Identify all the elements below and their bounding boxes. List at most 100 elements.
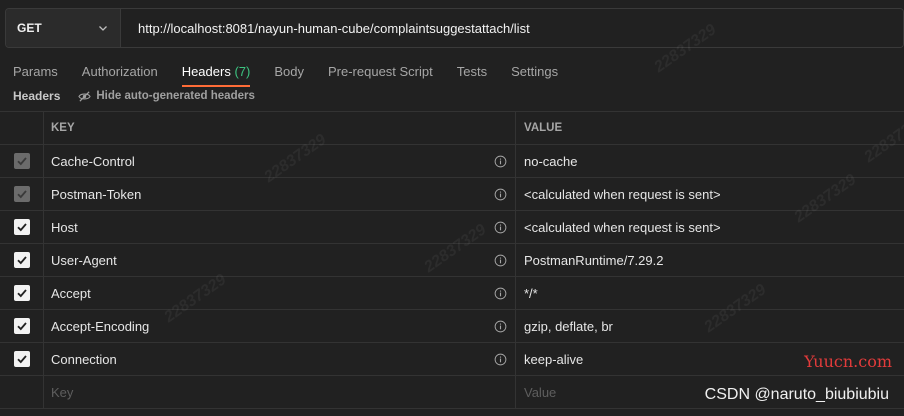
tab-label: Body bbox=[274, 64, 304, 79]
table-row: Host <calculated when request is sent> bbox=[0, 211, 904, 244]
check-icon bbox=[16, 355, 27, 364]
check-icon bbox=[16, 289, 27, 298]
header-enabled-checkbox[interactable] bbox=[13, 219, 30, 235]
table-row: Accept */* bbox=[0, 277, 904, 310]
method-label: GET bbox=[17, 21, 42, 35]
header-enabled-checkbox[interactable] bbox=[13, 153, 30, 169]
header-value: PostmanRuntime/7.29.2 bbox=[524, 252, 664, 268]
header-value-cell[interactable]: */* bbox=[516, 277, 904, 309]
key-column-header: KEY bbox=[51, 122, 75, 134]
info-icon[interactable] bbox=[494, 221, 507, 234]
header-value-cell[interactable]: PostmanRuntime/7.29.2 bbox=[516, 244, 904, 276]
new-row-check-cell bbox=[0, 376, 44, 408]
tab-label: Settings bbox=[511, 64, 559, 79]
row-check-cell bbox=[0, 211, 44, 243]
tab-pre-request-script[interactable]: Pre-request Script bbox=[316, 57, 445, 87]
header-value: no-cache bbox=[524, 153, 578, 169]
header-enabled-checkbox[interactable] bbox=[13, 252, 30, 268]
header-key-cell[interactable]: Host bbox=[44, 211, 516, 243]
header-key-cell[interactable]: Postman-Token bbox=[44, 178, 516, 210]
tab-label: Headers bbox=[181, 64, 231, 79]
info-icon[interactable] bbox=[494, 353, 507, 366]
tab-label: Tests bbox=[456, 64, 488, 79]
headers-table: KEY VALUE Cache-Control no-cache Postman-T… bbox=[0, 111, 904, 409]
tab-body[interactable]: Body bbox=[262, 57, 316, 87]
header-value: <calculated when request is sent> bbox=[524, 219, 721, 235]
header-enabled-checkbox[interactable] bbox=[13, 318, 30, 334]
value-placeholder: Value bbox=[524, 384, 557, 400]
header-value-cell[interactable]: <calculated when request is sent> bbox=[516, 178, 904, 210]
request-url-bar: GET http://localhost:8081/nayun-human-cu… bbox=[5, 8, 904, 48]
header-key-cell[interactable]: Accept bbox=[44, 277, 516, 309]
header-key: Accept-Encoding bbox=[51, 318, 150, 334]
csdn-watermark: CSDN @naruto_biubiubiu bbox=[704, 386, 889, 403]
info-icon[interactable] bbox=[494, 287, 507, 300]
header-value: gzip, deflate, br bbox=[524, 318, 613, 334]
check-icon bbox=[16, 256, 27, 265]
header-value-cell[interactable]: gzip, deflate, br bbox=[516, 310, 904, 342]
table-row: Accept-Encoding gzip, deflate, br bbox=[0, 310, 904, 343]
info-icon[interactable] bbox=[494, 254, 507, 267]
headers-subheader: Headers Hide auto-generated headers bbox=[13, 87, 255, 105]
row-check-cell bbox=[0, 145, 44, 177]
header-value: */* bbox=[524, 285, 538, 301]
tab-authorization[interactable]: Authorization bbox=[70, 57, 170, 87]
table-row: Cache-Control no-cache bbox=[0, 145, 904, 178]
header-enabled-checkbox[interactable] bbox=[13, 285, 30, 301]
header-key: User-Agent bbox=[51, 252, 117, 268]
table-row: User-Agent PostmanRuntime/7.29.2 bbox=[0, 244, 904, 277]
header-key: Host bbox=[51, 219, 78, 235]
yuucn-watermark: Yuucn.com bbox=[804, 352, 892, 371]
headers-count-badge: (7) bbox=[234, 64, 251, 79]
method-select[interactable]: GET bbox=[6, 9, 121, 47]
tab-label: Pre-request Script bbox=[327, 64, 433, 79]
header-key-cell[interactable]: User-Agent bbox=[44, 244, 516, 276]
row-check-cell bbox=[0, 244, 44, 276]
header-value-cell[interactable]: no-cache bbox=[516, 145, 904, 177]
info-icon[interactable] bbox=[494, 188, 507, 201]
header-value-cell[interactable]: <calculated when request is sent> bbox=[516, 211, 904, 243]
url-text: http://localhost:8081/nayun-human-cube/c… bbox=[138, 20, 530, 36]
request-tabs: Params Authorization Headers (7) Body Pr… bbox=[0, 57, 570, 87]
key-placeholder: Key bbox=[51, 384, 74, 400]
header-enabled-checkbox[interactable] bbox=[13, 351, 30, 367]
value-column-header: VALUE bbox=[524, 122, 563, 134]
check-icon bbox=[16, 190, 27, 199]
tab-params[interactable]: Params bbox=[0, 57, 70, 87]
header-key-cell[interactable]: Cache-Control bbox=[44, 145, 516, 177]
chevron-down-icon bbox=[99, 26, 107, 31]
header-key: Cache-Control bbox=[51, 153, 135, 169]
new-key-input[interactable]: Key bbox=[44, 376, 516, 408]
check-icon bbox=[16, 223, 27, 232]
row-check-cell bbox=[0, 343, 44, 375]
eye-off-icon bbox=[78, 90, 92, 102]
tab-label: Params bbox=[13, 64, 58, 79]
header-check-cell bbox=[0, 112, 44, 144]
header-value: keep-alive bbox=[524, 351, 584, 367]
tab-tests[interactable]: Tests bbox=[445, 57, 499, 87]
row-check-cell bbox=[0, 178, 44, 210]
tab-label: Authorization bbox=[81, 64, 158, 79]
check-icon bbox=[16, 322, 27, 331]
check-icon bbox=[16, 157, 27, 166]
header-enabled-checkbox[interactable] bbox=[13, 186, 30, 202]
header-key-cell[interactable]: Connection bbox=[44, 343, 516, 375]
info-icon[interactable] bbox=[494, 155, 507, 168]
row-check-cell bbox=[0, 310, 44, 342]
header-key: Connection bbox=[51, 351, 117, 367]
table-row: Connection keep-alive bbox=[0, 343, 904, 376]
hide-auto-generated-toggle[interactable]: Hide auto-generated headers bbox=[78, 90, 255, 103]
header-value: <calculated when request is sent> bbox=[524, 186, 721, 202]
headers-section-title: Headers bbox=[13, 89, 61, 103]
tab-settings[interactable]: Settings bbox=[499, 57, 570, 87]
url-input[interactable]: http://localhost:8081/nayun-human-cube/c… bbox=[121, 9, 903, 47]
table-header-row: KEY VALUE bbox=[0, 112, 904, 145]
table-row: Postman-Token <calculated when request is… bbox=[0, 178, 904, 211]
header-key: Accept bbox=[51, 285, 91, 301]
header-key-cell[interactable]: Accept-Encoding bbox=[44, 310, 516, 342]
header-key: Postman-Token bbox=[51, 186, 142, 202]
hide-auto-generated-label: Hide auto-generated headers bbox=[96, 90, 255, 102]
info-icon[interactable] bbox=[494, 320, 507, 333]
tab-headers[interactable]: Headers (7) bbox=[170, 57, 263, 87]
row-check-cell bbox=[0, 277, 44, 309]
